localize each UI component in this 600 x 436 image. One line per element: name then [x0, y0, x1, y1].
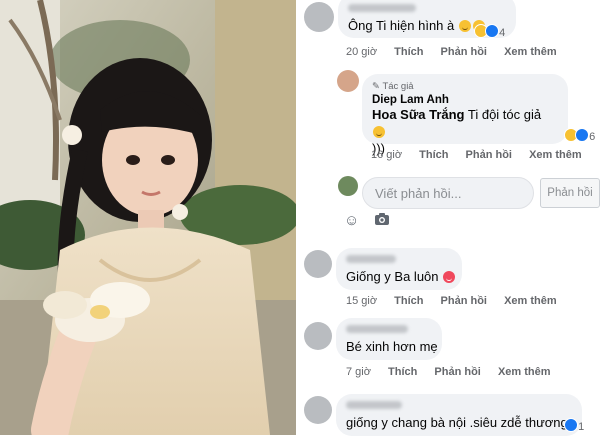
post-photo[interactable] — [0, 0, 296, 435]
reaction-summary[interactable]: 4 — [474, 24, 505, 39]
author-reply-bubble: ✎ Tác giả Diep Lam Anh Hoa Sữa Trắng Ti … — [362, 74, 568, 156]
comment-actions: 16 giờ Thích Phản hồi Xem thêm — [371, 149, 596, 161]
avatar[interactable] — [304, 2, 334, 32]
like-button[interactable]: Thích — [419, 149, 448, 161]
comment-text: Giống y Ba luôn — [346, 268, 456, 285]
commenter-name-blurred[interactable] — [348, 4, 416, 12]
author-name[interactable]: Diep Lam Anh — [372, 94, 558, 106]
smiley-icon[interactable]: ☺ — [344, 212, 359, 229]
comment-actions: 20 giờ Thích Phản hồi Xem thêm — [346, 46, 571, 58]
reply-button[interactable]: Phản hồi — [434, 366, 480, 378]
girl-holding-flower-photo — [0, 0, 296, 435]
like-reaction-icon — [575, 128, 589, 142]
avatar[interactable] — [304, 322, 332, 350]
like-button[interactable]: Thích — [394, 46, 423, 58]
avatar[interactable] — [304, 396, 332, 424]
reaction-summary[interactable]: 6 — [564, 128, 595, 143]
comment-actions: 7 giờ Thích Phản hồi Xem thêm — [346, 366, 565, 378]
reply-button[interactable]: Phản hồi — [441, 46, 487, 58]
author-badge: ✎ Tác giả — [372, 81, 414, 92]
timestamp[interactable]: 16 giờ — [371, 149, 402, 161]
timestamp[interactable]: 20 giờ — [346, 46, 377, 58]
smile-emoji-icon — [458, 20, 471, 32]
timestamp[interactable]: 7 giờ — [346, 366, 371, 378]
comment-bubble: Bé xinh hơn mẹ — [336, 318, 442, 360]
comment-actions: 15 giờ Thích Phản hồi Xem thêm — [346, 295, 571, 307]
reply-input[interactable]: Viết phản hồi... — [362, 177, 534, 209]
mention-link[interactable]: Hoa Sữa Trắng — [372, 107, 465, 122]
smile-emoji-icon — [373, 126, 385, 138]
commenter-name-blurred[interactable] — [346, 325, 408, 333]
timestamp[interactable]: 15 giờ — [346, 295, 377, 307]
camera-icon[interactable] — [374, 212, 390, 230]
like-reaction-icon — [564, 418, 578, 432]
reply-button[interactable]: Phản hồi — [466, 149, 512, 161]
pencil-icon: ✎ — [372, 81, 380, 92]
comment-bubble: giống y chang bà nội .siêu zdễ thương — [336, 394, 582, 436]
like-button[interactable]: Thích — [388, 366, 417, 378]
commenter-name-blurred[interactable] — [346, 255, 396, 263]
translate-button[interactable]: Xem thêm — [504, 46, 557, 58]
comment-text: Hoa Sữa Trắng Ti đội tóc giả — [372, 106, 558, 140]
comments-panel: Ông Ti hiện hình à 4 20 giờ Thích Phản h… — [296, 0, 600, 436]
comment-bubble: Giống y Ba luôn — [336, 248, 462, 290]
commenter-name-blurred[interactable] — [346, 401, 402, 409]
reply-submit-button[interactable]: Phản hồi — [540, 178, 600, 208]
heart-eyes-emoji-icon — [443, 271, 456, 283]
comment-text: Bé xinh hơn mẹ — [346, 339, 438, 354]
avatar[interactable] — [304, 250, 332, 278]
translate-button[interactable]: Xem thêm — [529, 149, 582, 161]
translate-button[interactable]: Xem thêm — [498, 366, 551, 378]
like-button[interactable]: Thích — [394, 295, 423, 307]
reply-button[interactable]: Phản hồi — [441, 295, 487, 307]
reaction-summary[interactable]: 1 — [564, 418, 584, 433]
author-avatar[interactable] — [337, 70, 359, 92]
current-user-avatar[interactable] — [338, 176, 358, 196]
like-reaction-icon — [485, 24, 499, 38]
translate-button[interactable]: Xem thêm — [504, 295, 557, 307]
comment-text: giống y chang bà nội .siêu zdễ thương — [346, 415, 568, 430]
